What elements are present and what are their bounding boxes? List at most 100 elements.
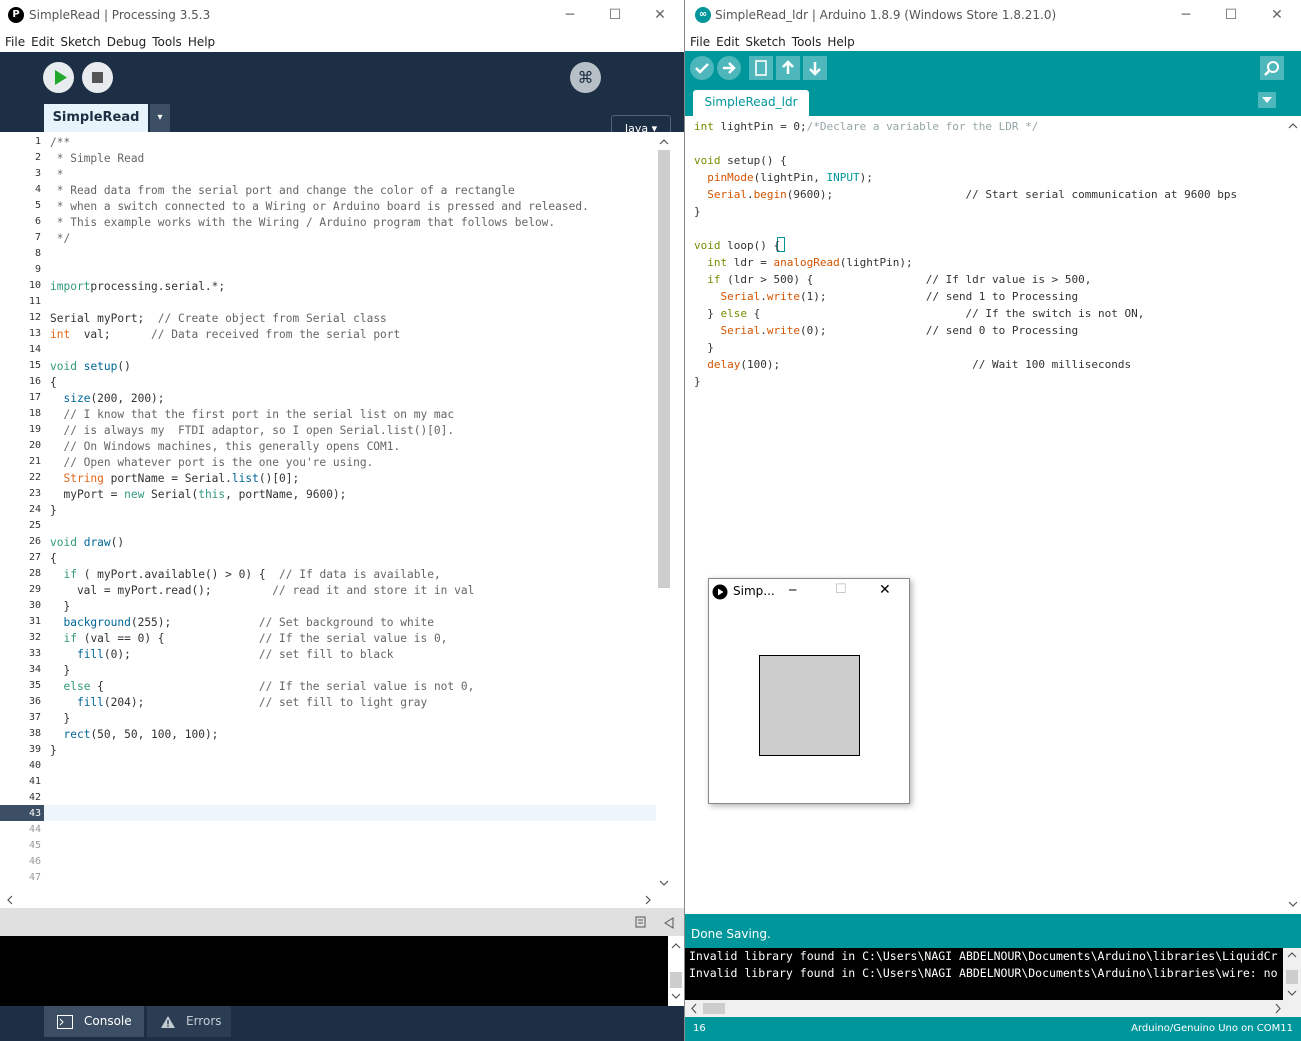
- scroll-down-icon: [659, 880, 669, 886]
- scroll-thumb[interactable]: [658, 150, 670, 588]
- editor-vertical-scrollbar[interactable]: [1285, 116, 1301, 914]
- open-button[interactable]: [776, 56, 800, 80]
- tab-menu-button[interactable]: ▾: [150, 104, 170, 132]
- debug-button[interactable]: ⌘: [570, 62, 601, 93]
- menu-tools[interactable]: Tools: [152, 32, 182, 52]
- code-line: rect(50, 50, 100, 100);: [50, 727, 218, 743]
- line-number: 27: [28, 552, 41, 563]
- line-number: 14: [28, 344, 41, 355]
- code-token: // set fill to black: [258, 648, 394, 661]
- console-scroll-thumb[interactable]: [1286, 970, 1298, 984]
- processing-titlebar[interactable]: P SimpleRead | Processing 3.5.3 ─ ☐ ✕: [0, 0, 684, 31]
- menu-debug[interactable]: Debug: [107, 32, 146, 52]
- tab-simpleread-ldr[interactable]: SimpleRead_ldr: [693, 90, 809, 116]
- sketch-output-window[interactable]: Simp... ─ ☐ ✕: [708, 578, 910, 804]
- code-token: delay: [707, 358, 741, 371]
- code-token: * This example works with the Wiring / A…: [50, 216, 556, 229]
- code-token: // I know that the first port in the ser…: [50, 408, 455, 421]
- code-token: int: [707, 256, 728, 269]
- code-token: (0);: [103, 648, 259, 661]
- code-token: (ldr > 500) { // If ldr value is > 500,: [720, 273, 1092, 286]
- stop-button[interactable]: [82, 62, 113, 93]
- verify-button[interactable]: [690, 56, 714, 80]
- maximize-icon[interactable]: ☐: [605, 5, 625, 25]
- code-line: int lightPin = 0;/*Declare a variable fo…: [694, 118, 1038, 135]
- code-line: }: [50, 743, 57, 759]
- console-tabs: Console Errors: [0, 1006, 684, 1041]
- menu-edit[interactable]: Edit: [31, 32, 54, 52]
- code-line: val = myPort.read(); // read it and stor…: [50, 583, 474, 599]
- warning-icon: [161, 1016, 175, 1028]
- code-line: Serial.write(1); // send 1 to Processing: [694, 288, 1079, 305]
- code-token: (): [110, 536, 125, 549]
- code-token: processing.serial.*;: [90, 280, 226, 293]
- code-token: new: [124, 488, 145, 501]
- console-horizontal-scrollbar[interactable]: [685, 1000, 1301, 1017]
- code-token: myPort =: [50, 488, 125, 501]
- console-scroll-thumb[interactable]: [670, 972, 682, 988]
- console-tab-label: Console: [84, 1014, 132, 1028]
- console-scrollbar[interactable]: [668, 936, 684, 1006]
- code-token: write: [766, 324, 800, 337]
- code-line: // is always my FTDI adaptor, so I open …: [50, 423, 454, 439]
- console-header: [0, 908, 684, 936]
- code-token: int: [50, 328, 71, 341]
- window-title: SimpleRead_ldr | Arduino 1.8.9 (Windows …: [715, 8, 1057, 22]
- close-icon[interactable]: ✕: [1267, 5, 1287, 25]
- editor-horizontal-scrollbar[interactable]: [0, 892, 656, 908]
- console-scrollbar[interactable]: [1283, 948, 1301, 1000]
- maximize-icon[interactable]: ☐: [1221, 5, 1241, 25]
- code-token: // set fill to light gray: [258, 696, 428, 709]
- code-line: Serial.write(0); // send 0 to Processing: [694, 322, 1079, 339]
- minimize-icon[interactable]: ─: [1176, 5, 1196, 25]
- code-token: // If the serial value is 0,: [258, 632, 448, 645]
- run-button[interactable]: [43, 62, 74, 93]
- code-token: (lightPin,: [753, 171, 827, 184]
- code-token: */: [50, 232, 71, 245]
- scroll-right-icon: [1275, 1003, 1281, 1014]
- menu-tools[interactable]: Tools: [792, 32, 822, 52]
- close-icon[interactable]: ✕: [650, 5, 670, 25]
- new-button[interactable]: [749, 56, 773, 80]
- menu-file[interactable]: File: [690, 32, 710, 52]
- sketch-titlebar[interactable]: Simp... ─ ☐ ✕: [709, 579, 909, 605]
- code-line: /**: [50, 135, 70, 151]
- menu-sketch[interactable]: Sketch: [745, 32, 785, 52]
- minimize-icon[interactable]: ─: [789, 583, 796, 597]
- menu-edit[interactable]: Edit: [716, 32, 739, 52]
- code-token: list: [231, 472, 259, 485]
- code-token: void: [50, 536, 77, 549]
- menu-file[interactable]: File: [5, 32, 25, 52]
- save-button[interactable]: [803, 56, 827, 80]
- menu-bar: File Edit Sketch Tools Help: [685, 31, 1301, 51]
- menu-help[interactable]: Help: [827, 32, 854, 52]
- console-output[interactable]: Invalid library found in C:\Users\NAGI A…: [685, 948, 1283, 1000]
- arduino-window: ∞ SimpleRead_ldr | Arduino 1.8.9 (Window…: [685, 0, 1301, 1041]
- editor-vertical-scrollbar[interactable]: [656, 132, 672, 892]
- menu-help[interactable]: Help: [188, 32, 215, 52]
- tab-simpleread[interactable]: SimpleRead: [44, 104, 148, 132]
- menu-sketch[interactable]: Sketch: [60, 32, 100, 52]
- tab-errors[interactable]: Errors: [147, 1006, 231, 1037]
- tab-menu-button[interactable]: [1258, 92, 1276, 108]
- code-line: {: [50, 375, 57, 391]
- upload-button[interactable]: [717, 56, 741, 80]
- code-line: pinMode(lightPin, INPUT);: [694, 169, 873, 186]
- processing-window: P SimpleRead | Processing 3.5.3 ─ ☐ ✕ Fi…: [0, 0, 684, 1041]
- arduino-titlebar[interactable]: ∞ SimpleRead_ldr | Arduino 1.8.9 (Window…: [685, 0, 1301, 31]
- console-output[interactable]: [0, 936, 668, 1006]
- code-token: (0); // send 0 to Processing: [800, 324, 1079, 337]
- serial-monitor-button[interactable]: [1260, 56, 1284, 80]
- code-editor[interactable]: /** * Simple Read * * Read data from the…: [44, 132, 656, 892]
- close-icon[interactable]: ✕: [879, 582, 891, 598]
- console-hscroll-thumb[interactable]: [703, 1003, 725, 1014]
- minimize-icon[interactable]: ─: [560, 5, 580, 25]
- code-token: }: [694, 205, 701, 218]
- tab-console[interactable]: Console: [44, 1006, 144, 1037]
- line-number: 47: [28, 872, 41, 883]
